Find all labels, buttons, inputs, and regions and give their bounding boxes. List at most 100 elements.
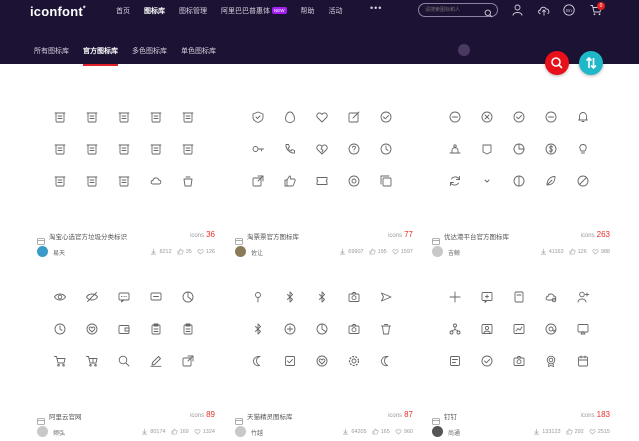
bin-icon [181,142,195,156]
nav-item-icon-library[interactable]: 图标库 [144,6,165,16]
library-title[interactable]: 阿里云官网 [49,411,82,421]
like-icon[interactable] [569,248,576,255]
check-icon [283,354,297,368]
library-title[interactable]: 优达港平台官方图标库 [444,231,509,241]
msgplus-icon [480,290,494,304]
like-icon[interactable] [566,428,573,435]
upload-cloud-icon[interactable] [537,3,551,21]
plusc-icon [283,322,297,336]
like-icon[interactable] [369,248,376,255]
heart-icon[interactable] [392,248,399,255]
nav-item-puhuiti-label: 阿里巴巴普惠体 [221,8,270,15]
author-name[interactable]: 佐让 [251,248,263,257]
tab-official-libraries[interactable]: 官方图标库 [83,46,118,66]
avatar[interactable] [235,426,246,437]
chat-icon [117,290,131,304]
like-icon[interactable] [372,428,379,435]
like-icon[interactable] [177,248,184,255]
minusc-icon [448,110,462,124]
icon-preview-grid[interactable] [37,100,215,224]
favorite-count: 1597 [400,248,413,255]
like-icon[interactable] [171,428,178,435]
icon-count: icons 36 [190,230,215,239]
clock-icon [379,142,393,156]
library-title[interactable]: 淘票票官方图标库 [247,231,299,241]
bin-icon [53,110,67,124]
search-input[interactable] [425,5,485,15]
like-count: 165 [380,428,390,435]
avatar[interactable] [235,246,246,257]
cart-count-badge: 0 [597,2,605,10]
bin-icon [85,174,99,188]
icon-count: icons 77 [388,230,413,239]
user-icon[interactable] [512,3,523,21]
refresh-icon [448,174,462,188]
heartb-icon [315,142,329,156]
library-card[interactable]: 优达港平台官方图标库 icons 263 吉鲸 41163 126 988 [432,100,610,272]
dollar-icon [544,142,558,156]
bt-icon [315,290,329,304]
leaf-icon [544,174,558,188]
author-name[interactable]: 尚通 [448,428,460,437]
library-title[interactable]: 天猫精灵图标库 [247,411,293,421]
icon-preview-grid[interactable] [432,100,610,224]
card-title-row: 阿里云官网 icons 89 [37,410,215,425]
nav-item-home[interactable]: 首页 [116,6,130,16]
download-icon [343,428,349,435]
more-menu-icon[interactable]: ••• [370,3,382,13]
tab-monochrome-libraries[interactable]: 单色图标库 [181,46,216,56]
badge-icon [480,142,494,156]
toggle-dot[interactable] [458,44,470,56]
library-card[interactable]: 阿里云官网 icons 89 倾弘 80174 169 1324 [37,280,215,441]
library-card[interactable]: 天猫精灵图标库 icons 87 竹越 64205 165 960 [235,280,413,441]
library-card[interactable]: 淘宝心选官方垃圾分类标识 icons 36 易天 8212 35 126 [37,100,215,272]
tab-all-libraries[interactable]: 所有图标库 [34,46,69,56]
heartc-icon [85,322,99,336]
icon-preview-grid[interactable] [235,100,413,224]
search-box[interactable] [418,3,498,18]
floating-sort-button[interactable] [579,51,603,75]
heart-icon[interactable] [395,428,402,435]
icon-preview-grid[interactable] [235,280,413,404]
nav-item-help[interactable]: 帮助 [301,6,315,16]
icon-preview-grid[interactable] [432,280,610,404]
library-title[interactable]: 淘宝心选官方垃圾分类标识 [49,231,127,241]
author-name[interactable]: 倾弘 [53,428,65,437]
avatar[interactable] [432,246,443,257]
card-meta-row: 尚通 133123 292 2515 [432,426,610,440]
card-title-row: 天猫精灵图标库 icons 87 [235,410,413,425]
tab-multicolor-libraries[interactable]: 多色图标库 [132,46,167,56]
like-count: 292 [574,428,584,435]
author-name[interactable]: 竹越 [251,428,263,437]
nav-item-puhuiti[interactable]: 阿里巴巴普惠体 NEW [221,6,287,16]
avatar[interactable] [37,426,48,437]
heart-icon[interactable] [589,428,596,435]
search-icon[interactable] [484,5,493,23]
author-name[interactable]: 易天 [53,248,65,257]
bell-icon [576,110,590,124]
nav-item-icon-management[interactable]: 图标管理 [179,6,207,16]
author-name[interactable]: 吉鲸 [448,248,460,257]
favorite-count: 988 [600,248,610,255]
avatar[interactable] [37,246,48,257]
heart-icon[interactable] [197,248,204,255]
download-icon [340,248,346,255]
heart-icon[interactable] [592,248,599,255]
like-count: 126 [577,248,587,255]
library-card[interactable]: 淘票票官方图标库 icons 77 佐让 69907 195 1597 [235,100,413,272]
heart-icon[interactable] [194,428,201,435]
avatar[interactable] [432,426,443,437]
library-title[interactable]: 钉钉 [444,411,457,421]
chev-icon [480,174,494,188]
piec-icon [315,322,329,336]
library-card[interactable]: 钉钉 icons 183 尚通 133123 292 2515 [432,280,610,441]
download-count: 8212 [159,248,172,255]
icon-count-value: 183 [596,410,610,419]
language-icon[interactable]: En [563,3,575,21]
floating-search-button[interactable] [545,51,569,75]
icon-count-value: 36 [206,230,215,239]
logo[interactable]: iconfont* [30,4,86,19]
icon-preview-grid[interactable] [37,280,215,404]
card-stats: 41163 126 988 [540,248,610,255]
nav-item-activity[interactable]: 活动 [329,6,343,16]
